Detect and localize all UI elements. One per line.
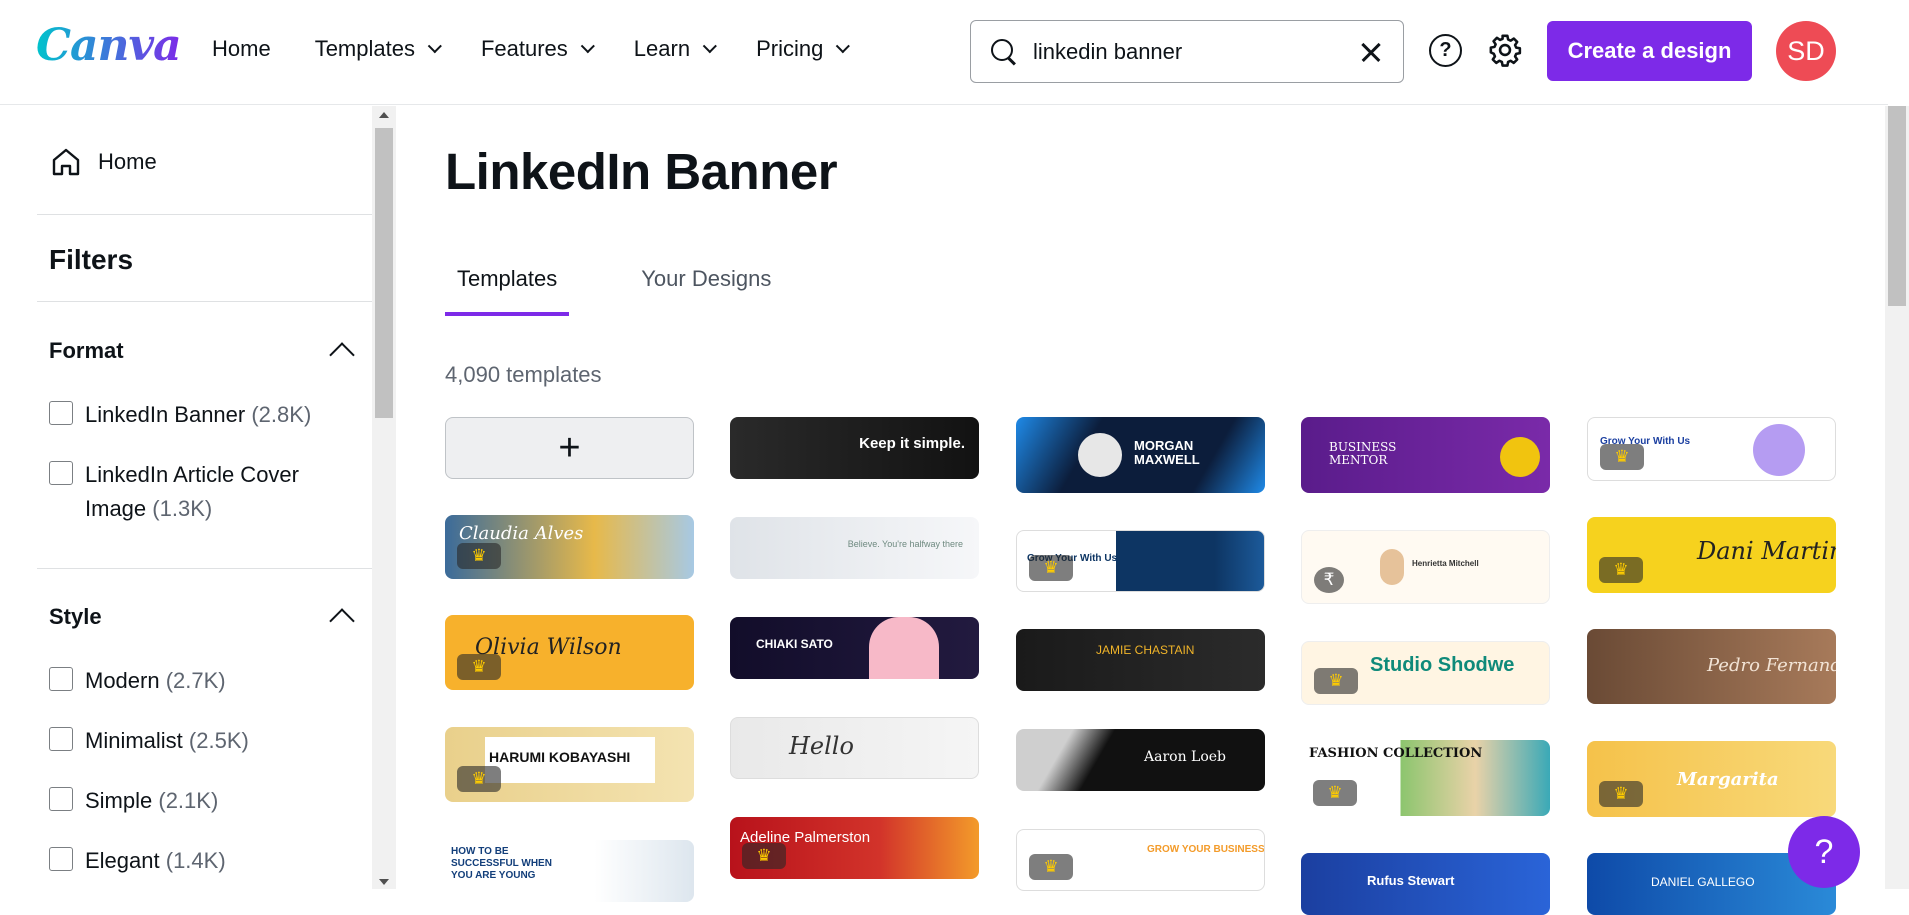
- divider: [37, 568, 372, 569]
- scroll-thumb[interactable]: [1888, 106, 1906, 306]
- template-card[interactable]: HARUMI KOBAYASHI ♛: [445, 727, 694, 802]
- checkbox[interactable]: [49, 461, 73, 485]
- template-card[interactable]: Aaron Loeb: [1016, 729, 1265, 791]
- main-nav: Home Templates Features Learn Pricing: [212, 36, 851, 62]
- divider: [37, 301, 372, 302]
- nav-templates[interactable]: Templates: [315, 36, 442, 62]
- avatar[interactable]: SD: [1776, 21, 1836, 81]
- help-button[interactable]: ?: [1788, 816, 1860, 888]
- filter-elegant[interactable]: Elegant (1.4K): [49, 844, 226, 878]
- tab-templates[interactable]: Templates: [445, 260, 570, 316]
- home-icon: [52, 148, 80, 176]
- template-card[interactable]: Studio Shodwe ♛: [1301, 641, 1550, 705]
- format-section-title[interactable]: Format: [49, 338, 124, 364]
- premium-crown-icon: ♛: [1314, 668, 1358, 694]
- template-card[interactable]: Margarita ♛: [1587, 741, 1836, 817]
- template-card[interactable]: Grow Your With Us ♛: [1016, 530, 1265, 592]
- filter-linkedin-article-cover[interactable]: LinkedIn Article Cover Image (1.3K): [49, 458, 299, 526]
- checkbox[interactable]: [49, 847, 73, 871]
- nav-pricing[interactable]: Pricing: [756, 36, 851, 62]
- help-icon[interactable]: ?: [1429, 34, 1462, 67]
- premium-crown-icon: ₹: [1314, 567, 1344, 593]
- scroll-up-arrow-icon[interactable]: [379, 112, 389, 118]
- template-card[interactable]: Claudia Alves ♛: [445, 515, 694, 579]
- sidebar-item-home[interactable]: Home: [50, 146, 157, 178]
- close-icon[interactable]: [1357, 38, 1385, 66]
- template-card[interactable]: JAMIE CHASTAIN: [1016, 629, 1265, 691]
- template-card[interactable]: GROW YOUR BUSINESS ♛: [1016, 829, 1265, 891]
- add-template-button[interactable]: +: [445, 417, 694, 479]
- premium-crown-icon: ♛: [742, 843, 786, 869]
- premium-crown-icon: ♛: [1599, 557, 1643, 583]
- search-box: [970, 20, 1404, 83]
- template-card[interactable]: Henrietta Mitchell ₹: [1301, 530, 1550, 604]
- chevron-down-icon: [427, 39, 442, 54]
- checkbox[interactable]: [49, 667, 73, 691]
- checkbox[interactable]: [49, 727, 73, 751]
- premium-crown-icon: ♛: [1029, 854, 1073, 880]
- premium-crown-icon: ♛: [457, 766, 501, 792]
- template-card[interactable]: Hello: [730, 717, 979, 779]
- checkbox[interactable]: [49, 787, 73, 811]
- premium-crown-icon: ♛: [1599, 781, 1643, 807]
- filters-sidebar: Home Filters Format LinkedIn Banner (2.8…: [0, 106, 372, 889]
- template-card[interactable]: HOW TO BE SUCCESSFUL WHEN YOU ARE YOUNG: [445, 840, 694, 902]
- tabs: Templates Your Designs: [445, 260, 783, 316]
- template-card[interactable]: FASHION COLLECTION ♛: [1301, 740, 1550, 816]
- template-card[interactable]: Olivia Wilson ♛: [445, 615, 694, 690]
- template-card[interactable]: Rufus Stewart: [1301, 853, 1550, 915]
- template-card[interactable]: Pedro Fernandes: [1587, 629, 1836, 704]
- chevron-down-icon: [580, 39, 595, 54]
- divider: [37, 214, 372, 215]
- main-scrollbar[interactable]: [1885, 106, 1909, 889]
- scroll-thumb[interactable]: [375, 128, 393, 418]
- nav-features[interactable]: Features: [481, 36, 595, 62]
- filter-simple[interactable]: Simple (2.1K): [49, 784, 218, 818]
- scroll-down-arrow-icon[interactable]: [379, 879, 389, 885]
- template-card[interactable]: CHIAKI SATO: [730, 617, 979, 679]
- template-card[interactable]: Dani Martinez ♛: [1587, 517, 1836, 593]
- premium-crown-icon: ♛: [457, 543, 501, 569]
- page-title: LinkedIn Banner: [445, 143, 838, 200]
- gear-icon[interactable]: [1488, 33, 1522, 67]
- canva-logo[interactable]: Canva: [36, 20, 182, 71]
- search-input[interactable]: [1019, 38, 1357, 65]
- sidebar-scrollbar[interactable]: [372, 106, 396, 889]
- filter-linkedin-banner[interactable]: LinkedIn Banner (2.8K): [49, 398, 311, 432]
- template-card[interactable]: Adeline Palmerston ♛: [730, 817, 979, 879]
- filters-title: Filters: [49, 244, 134, 275]
- top-header: Canva Home Templates Features Learn Pric…: [0, 0, 1888, 105]
- premium-crown-icon: ♛: [1029, 555, 1073, 581]
- chevron-up-icon[interactable]: [329, 342, 355, 368]
- premium-crown-icon: ♛: [1600, 444, 1644, 470]
- chevron-down-icon: [702, 39, 717, 54]
- template-card[interactable]: Keep it simple.: [730, 417, 979, 479]
- search-icon[interactable]: [989, 37, 1019, 67]
- sidebar-item-label: Home: [98, 149, 157, 174]
- checkbox[interactable]: [49, 401, 73, 425]
- template-count: 4,090 templates: [445, 362, 602, 387]
- premium-crown-icon: ♛: [1313, 780, 1357, 806]
- create-design-button[interactable]: Create a design: [1547, 21, 1752, 81]
- template-card[interactable]: BUSINESS MENTOR: [1301, 417, 1550, 493]
- nav-home[interactable]: Home: [212, 36, 271, 62]
- chevron-down-icon: [836, 39, 851, 54]
- style-section-title[interactable]: Style: [49, 604, 102, 630]
- template-card[interactable]: Believe. You're halfway there: [730, 517, 979, 579]
- tab-your-designs[interactable]: Your Designs: [629, 260, 783, 316]
- filter-modern[interactable]: Modern (2.7K): [49, 664, 226, 698]
- nav-learn[interactable]: Learn: [634, 36, 717, 62]
- chevron-up-icon[interactable]: [329, 608, 355, 634]
- filter-minimalist[interactable]: Minimalist (2.5K): [49, 724, 249, 758]
- template-card[interactable]: Grow Your With Us ♛: [1587, 417, 1836, 481]
- template-card[interactable]: MORGAN MAXWELL: [1016, 417, 1265, 493]
- premium-crown-icon: ♛: [457, 654, 501, 680]
